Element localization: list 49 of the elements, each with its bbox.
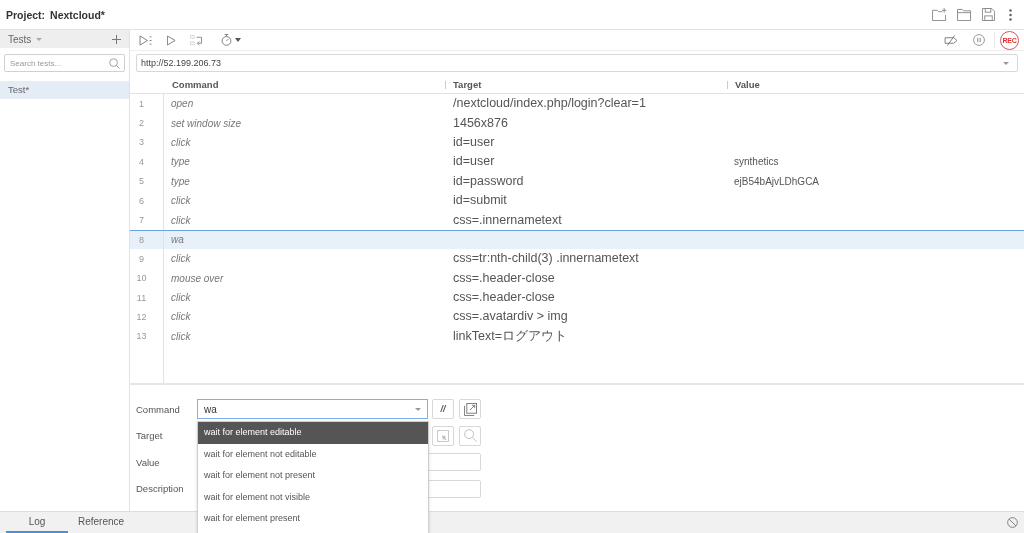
command-cell: open	[171, 98, 194, 110]
target-cell: linkText=ログアウト	[453, 328, 567, 344]
project-name: Nextcloud*	[50, 8, 105, 21]
row-number: 4	[139, 156, 144, 167]
field-label: Description	[136, 483, 185, 494]
command-cell: mouse over	[171, 272, 224, 284]
row-number: 7	[139, 215, 144, 226]
row-number: 1	[139, 98, 144, 109]
command-cell: click	[171, 195, 191, 207]
row-number: 9	[139, 253, 144, 264]
column-header: Command	[172, 79, 219, 90]
target-cell: id=submit	[453, 193, 507, 209]
row-number: 2	[139, 118, 144, 129]
command-cell: click	[171, 136, 191, 148]
row-number: 10	[136, 273, 147, 284]
target-cell: id=user	[453, 134, 495, 150]
column-header: Target	[453, 79, 482, 90]
row-number: 8	[139, 234, 144, 245]
command-cell: click	[171, 330, 191, 342]
column-header: Value	[735, 79, 760, 90]
target-cell: /nextcloud/index.php/login?clear=1	[453, 96, 646, 112]
target-cell: 1456x876	[453, 115, 508, 131]
command-cell: click	[171, 253, 191, 265]
command-cell: wa	[171, 234, 184, 246]
row-number: 5	[139, 176, 144, 187]
command-cell: click	[171, 292, 191, 304]
row-number: 11	[136, 292, 147, 303]
row-number: 3	[139, 137, 144, 148]
value-cell: synthetics	[734, 156, 779, 168]
command-cell: type	[171, 156, 190, 168]
field-label: Value	[136, 456, 161, 468]
field-label: Command	[136, 403, 181, 415]
command-cell: click	[171, 311, 191, 323]
command-cell: click	[171, 214, 191, 226]
target-cell: id=password	[453, 173, 524, 189]
project-label: Project:	[6, 8, 46, 21]
row-number: 12	[136, 312, 147, 322]
row-number: 6	[139, 195, 144, 206]
target-cell: css=.innernametext	[453, 212, 562, 228]
target-cell: css=.header-close	[453, 270, 555, 286]
target-cell: css=tr:nth-child(3) .innernametext	[453, 251, 639, 267]
command-cell: set window size	[171, 117, 242, 129]
target-cell: css=.avatardiv > img	[453, 309, 568, 325]
target-cell: id=user	[453, 154, 495, 170]
field-label: Target	[136, 430, 164, 441]
target-cell: css=.header-close	[453, 290, 555, 306]
value-cell: ejB54bAjvLDhGCA	[734, 175, 820, 187]
command-cell: type	[171, 175, 190, 187]
row-number: 13	[136, 331, 147, 342]
